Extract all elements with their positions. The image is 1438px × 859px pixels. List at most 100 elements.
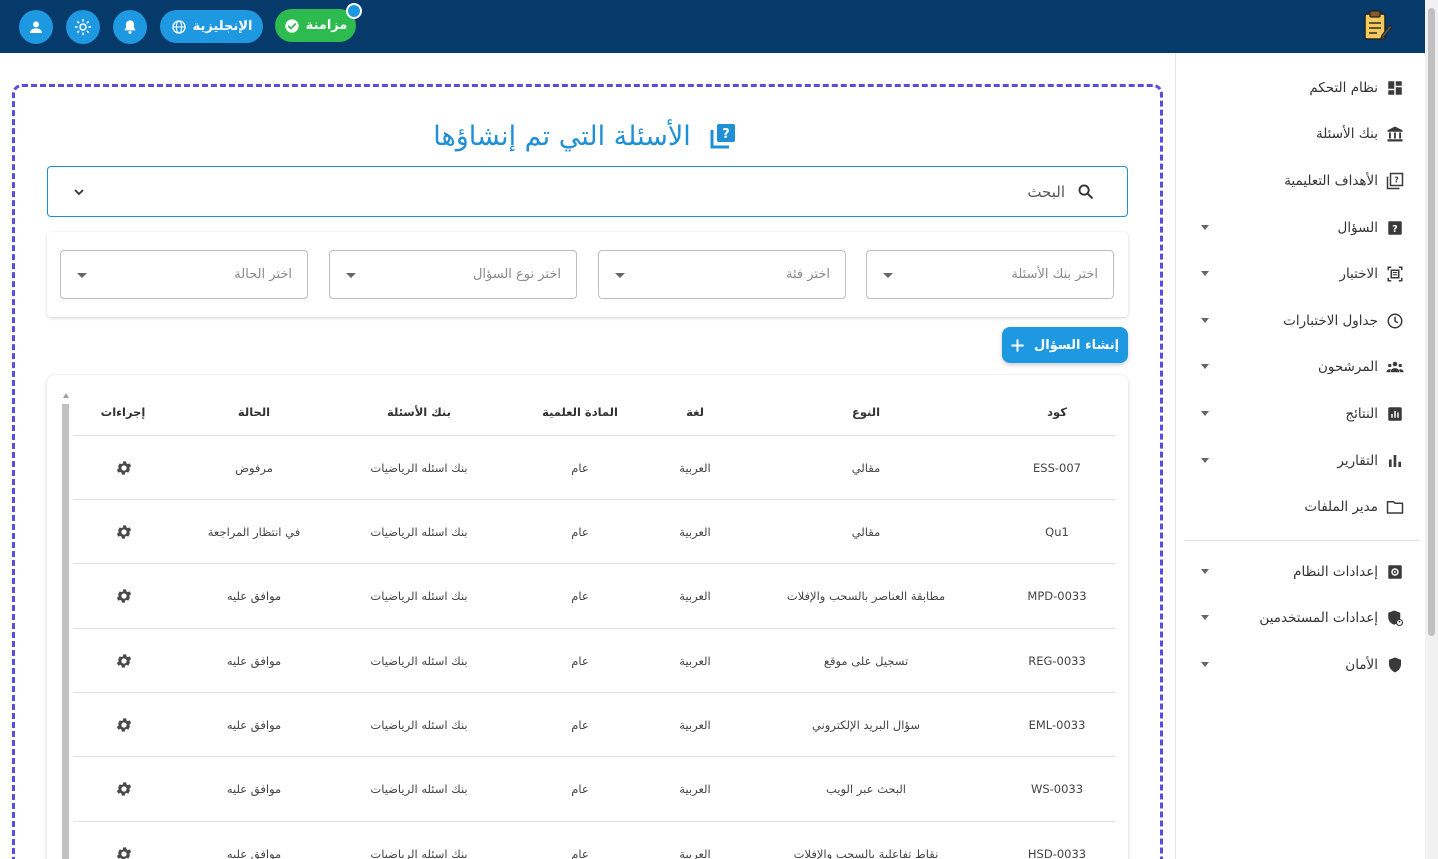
cell-language: العربية	[679, 847, 711, 859]
cell-question-bank: بنك اسئله الرياضيات	[370, 847, 468, 859]
cell-status: موافق عليه	[226, 782, 282, 796]
cell-status: مرفوض	[235, 461, 273, 475]
cell-code: REG-0033	[1028, 654, 1086, 668]
chevron-down-icon[interactable]	[73, 186, 85, 198]
table-row[interactable]: EML-0033 سؤال البريد الإلكتروني العربية …	[73, 692, 1115, 756]
cell-language: العربية	[679, 718, 711, 732]
theme-toggle-button[interactable]	[66, 10, 100, 44]
filter-status-select[interactable]: اختر الحالة	[60, 250, 308, 299]
chevron-down-icon	[1201, 458, 1209, 463]
gear-icon[interactable]	[115, 652, 133, 670]
sidebar-item-exam-schedules[interactable]: جداول الاختبارات	[1176, 306, 1426, 336]
user-shield-icon	[1388, 610, 1404, 627]
header-type[interactable]: النوع	[852, 405, 880, 419]
header-status[interactable]: الحالة	[238, 405, 270, 419]
sidebar-item-label: النتائج	[1345, 406, 1378, 422]
filters-panel: اختر بنك الأسئلة اختر فئة اختر نوع السؤا…	[47, 232, 1128, 317]
cell-question-bank: بنك اسئله الرياضيات	[370, 654, 468, 668]
check-icon	[284, 18, 299, 33]
header-language[interactable]: لغة	[686, 405, 704, 419]
cell-subject: عام	[571, 654, 589, 668]
chevron-down-icon	[1201, 569, 1209, 574]
cell-code: EML-0033	[1028, 718, 1086, 732]
app-logo[interactable]	[1360, 9, 1394, 43]
cell-status: في انتظار المراجعة	[207, 525, 301, 539]
page-scrollbar[interactable]	[1425, 0, 1438, 859]
profile-button[interactable]	[19, 10, 53, 44]
gear-icon[interactable]	[115, 716, 133, 734]
sidebar-item-results[interactable]: النتائج	[1176, 399, 1426, 429]
notifications-button[interactable]	[113, 10, 147, 44]
gear-icon[interactable]	[115, 780, 133, 798]
scroll-up-arrow-icon[interactable]	[63, 393, 69, 398]
cell-code: WS-0033	[1030, 782, 1084, 796]
filter-question-type-select[interactable]: اختر نوع السؤال	[329, 250, 577, 299]
gear-icon[interactable]	[115, 845, 133, 859]
objectives-icon: ?	[1386, 172, 1404, 190]
cell-question-bank: بنك اسئله الرياضيات	[370, 718, 468, 732]
sidebar-item-candidates[interactable]: المرشحون	[1176, 352, 1426, 382]
sidebar-item-question-bank[interactable]: بنك الأسئلة	[1176, 119, 1426, 149]
sidebar-item-label: المرشحون	[1317, 359, 1378, 375]
cell-subject: عام	[571, 782, 589, 796]
language-button[interactable]: الإنجليزية	[160, 10, 263, 43]
create-question-button[interactable]: إنشاء السؤال	[1002, 327, 1128, 363]
sidebar-item-objectives[interactable]: ? الأهداف التعليمية	[1176, 166, 1426, 196]
cell-language: العربية	[679, 782, 711, 796]
header-actions: إجراءات	[100, 405, 146, 419]
svg-text:?: ?	[1394, 176, 1398, 185]
sync-button[interactable]: مزامنة	[275, 9, 356, 42]
sidebar-item-question[interactable]: ? السؤال	[1176, 213, 1426, 243]
table-row[interactable]: Qu1 مقالي العربية عام بنك اسئله الرياضيا…	[73, 499, 1115, 563]
table-row[interactable]: ESS-007 مقالي العربية عام بنك اسئله الري…	[73, 435, 1115, 499]
sidebar-item-system-settings[interactable]: إعدادات النظام	[1176, 557, 1426, 587]
table-row[interactable]: HSD-0033 نقاط تفاعلية بالسحب والإفلات ال…	[73, 821, 1115, 859]
cell-subject: عام	[571, 525, 589, 539]
table-row[interactable]: MPD-0033 مطابقة العناصر بالسحب والإفلات …	[73, 563, 1115, 627]
questions-table: كود النوع لغة المادة العلمية بنك الأسئلة…	[47, 375, 1128, 859]
sidebar-item-exam[interactable]: الاختبار	[1176, 259, 1426, 289]
chevron-down-icon	[1201, 364, 1209, 369]
cell-status: موافق عليه	[226, 654, 282, 668]
search-input[interactable]: البحث	[47, 166, 1128, 217]
header-question-bank[interactable]: بنك الأسئلة	[387, 405, 451, 419]
cell-code: HSD-0033	[1027, 847, 1087, 859]
top-bar: الإنجليزية مزامنة	[0, 0, 1425, 53]
results-icon	[1388, 407, 1402, 421]
cell-question-bank: بنك اسئله الرياضيات	[370, 525, 468, 539]
chevron-down-icon	[1201, 615, 1209, 620]
sidebar-item-reports[interactable]: التقارير	[1176, 446, 1426, 476]
cell-question-bank: بنك اسئله الرياضيات	[370, 589, 468, 603]
chevron-down-icon	[1201, 225, 1209, 230]
cell-subject: عام	[571, 461, 589, 475]
gear-icon[interactable]	[115, 523, 133, 541]
cell-type: البحث عبر الويب	[825, 782, 907, 796]
cell-type: نقاط تفاعلية بالسحب والإفلات	[793, 847, 939, 859]
sidebar-item-user-settings[interactable]: إعدادات المستخدمين	[1176, 603, 1426, 633]
page-scrollbar-thumb[interactable]	[1428, 8, 1435, 636]
plus-icon	[1011, 338, 1024, 352]
sidebar-item-label: التقارير	[1337, 453, 1378, 469]
filter-question-bank-select[interactable]: اختر بنك الأسئلة	[866, 250, 1114, 299]
svg-text:?: ?	[722, 127, 730, 142]
sidebar-item-file-manager[interactable]: مدير الملفات	[1176, 492, 1426, 522]
sync-status-dot	[346, 3, 362, 19]
cell-subject: عام	[571, 847, 589, 859]
filter-placeholder: اختر الحالة	[234, 267, 292, 282]
cell-type: سؤال البريد الإلكتروني	[812, 718, 920, 732]
create-question-label: إنشاء السؤال	[1033, 337, 1120, 353]
table-row[interactable]: WS-0033 البحث عبر الويب العربية عام بنك …	[73, 756, 1115, 820]
table-scrollbar[interactable]	[62, 393, 70, 859]
sidebar-item-label: نظام التحكم	[1309, 80, 1378, 96]
table-scrollbar-thumb[interactable]	[62, 404, 69, 859]
gear-icon[interactable]	[115, 587, 133, 605]
gear-icon[interactable]	[115, 459, 133, 477]
filter-category-select[interactable]: اختر فئة	[598, 250, 846, 299]
sidebar-item-dashboard[interactable]: نظام التحكم	[1176, 73, 1426, 103]
cell-status: موافق عليه	[226, 718, 282, 732]
header-subject[interactable]: المادة العلمية	[542, 405, 618, 419]
sidebar-item-security[interactable]: الأمان	[1176, 650, 1426, 680]
settings-icon	[1388, 565, 1402, 579]
header-code[interactable]: كود	[1047, 405, 1067, 419]
table-row[interactable]: REG-0033 تسجيل على موقع العربية عام بنك …	[73, 628, 1115, 692]
